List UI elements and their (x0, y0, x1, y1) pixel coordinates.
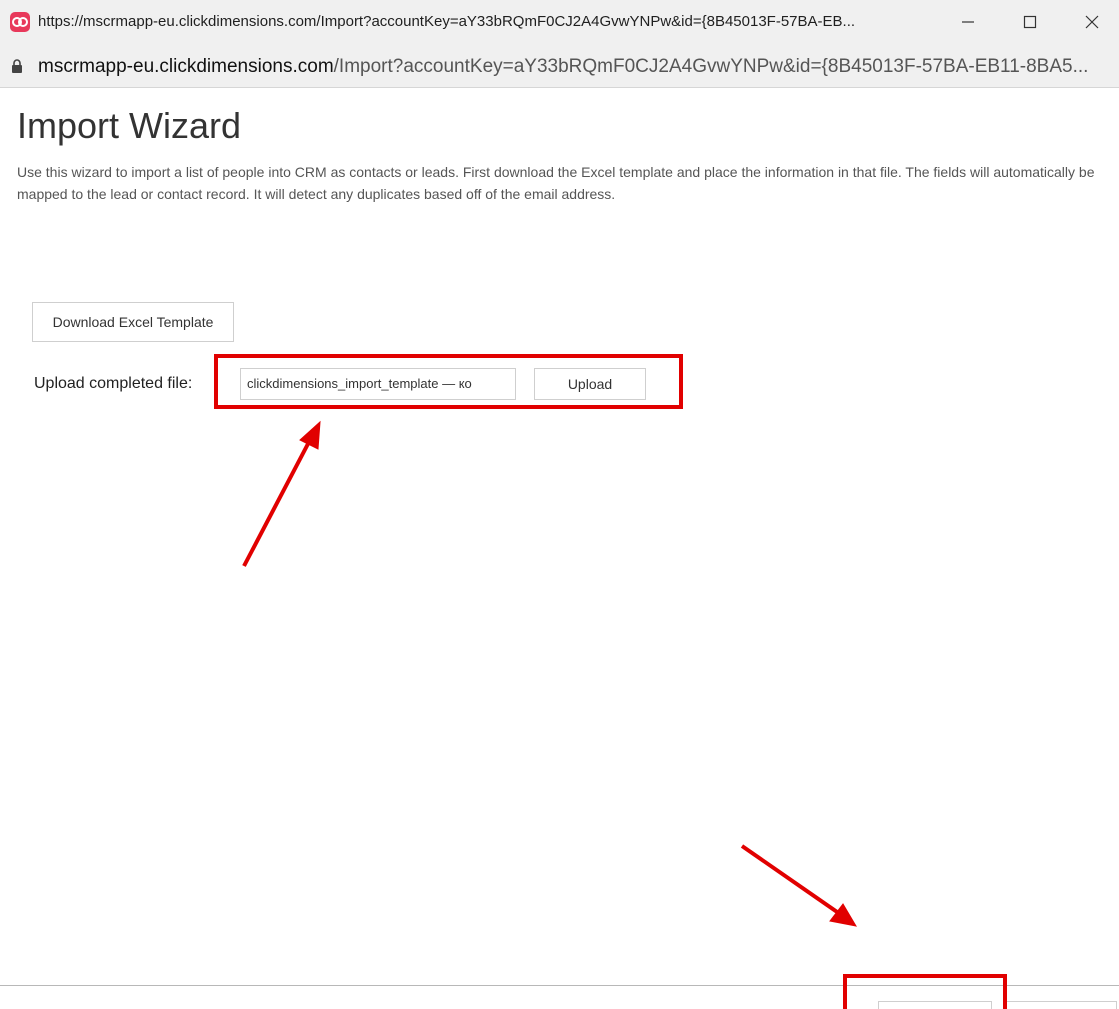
lock-icon (11, 59, 23, 78)
annotation-arrow-next (740, 844, 857, 927)
address-bar[interactable]: mscrmapp-eu.clickdimensions.com/Import?a… (0, 44, 1119, 88)
cancel-button[interactable]: Cancel (1003, 1001, 1117, 1009)
page-title: Import Wizard (17, 105, 242, 146)
window-titlebar: https://mscrmapp-eu.clickdimensions.com/… (0, 0, 1119, 44)
address-url[interactable]: mscrmapp-eu.clickdimensions.com/Import?a… (38, 56, 1088, 78)
maximize-icon[interactable] (1010, 8, 1050, 36)
upload-label: Upload completed file: (34, 375, 193, 392)
annotation-arrow-upload (242, 420, 321, 567)
minimize-icon[interactable] (948, 8, 988, 36)
annotation-layer (242, 420, 857, 927)
annotation-box-next (843, 974, 1007, 1009)
annotation-box-upload (214, 354, 683, 409)
clickdimensions-app-icon (10, 12, 30, 32)
page-description: Use this wizard to import a list of peop… (17, 164, 1095, 202)
url-domain: mscrmapp-eu.clickdimensions.com (38, 56, 334, 77)
url-path: /Import?accountKey=aY33bRQmF0CJ2A4GvwYNP… (333, 56, 1089, 77)
close-icon[interactable] (1072, 8, 1112, 36)
window-title: https://mscrmapp-eu.clickdimensions.com/… (38, 13, 856, 30)
download-excel-template-button[interactable]: Download Excel Template (32, 302, 234, 342)
